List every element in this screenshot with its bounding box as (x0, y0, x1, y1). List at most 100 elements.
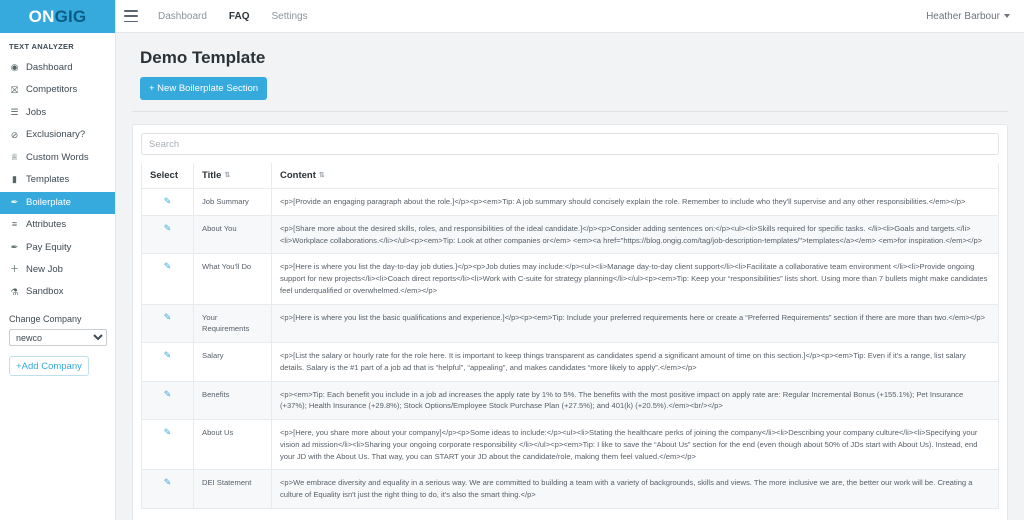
table-body: ✎ Job Summary <p>[Provide an engaging para… (141, 188, 999, 510)
add-company-button[interactable]: +Add Company (9, 356, 89, 377)
sidebar-item-label: Exclusionary? (26, 129, 86, 141)
file-icon: ▮ (12, 174, 17, 185)
sidebar-section-title: TEXT ANALYZER (9, 42, 75, 51)
sidebar-item-attributes[interactable]: ≡ Attributes (0, 214, 115, 236)
page-title: Demo Template (140, 48, 266, 67)
sidebar-item-label: Boilerplate (26, 196, 71, 208)
row-content-cell: <p>[Here is where you list the day-to-da… (271, 253, 999, 305)
edit-icon[interactable]: ✎ (164, 350, 172, 360)
column-header-title[interactable]: Title ⇅ (193, 163, 272, 189)
table-row: ✎ Benefits <p><em>Tip: Each benefit you in… (141, 380, 999, 421)
table-row: ✎ Job Summary <p>[Provide an engaging para… (141, 188, 999, 216)
sidebar-item-label: New Job (26, 263, 63, 275)
column-header-content[interactable]: Content ⇅ (271, 163, 999, 189)
sidebar-item-competitors[interactable]: ⛝ Competitors (0, 79, 115, 101)
table-row: ✎ Salary <p>[List the salary or hourly rat… (141, 342, 999, 382)
sidebar-item-dashboard[interactable]: ◉ Dashboard (0, 57, 115, 79)
pin-icon: ✒ (10, 241, 19, 252)
sidebar-item-templates[interactable]: ▮ Templates (0, 169, 115, 191)
row-content-cell: <p>We embrace diversity and equality in … (271, 469, 999, 510)
ban-icon: ⊘ (10, 129, 19, 140)
chevron-down-icon (1004, 14, 1010, 18)
edit-icon[interactable]: ✎ (164, 477, 172, 487)
edit-icon[interactable]: ✎ (164, 261, 172, 271)
sidebar-item-jobs[interactable]: ☰ Jobs (0, 102, 115, 124)
brand-logo-on: ON (28, 6, 55, 26)
row-content-cell: <p>[Here, you share more about your comp… (271, 419, 999, 471)
row-select-cell: ✎ (141, 419, 194, 471)
row-select-cell: ✎ (141, 214, 194, 255)
row-title-cell: What You'll Do (193, 253, 272, 305)
top-nav-dashboard[interactable]: Dashboard (158, 11, 207, 22)
column-header-label: Select (150, 170, 178, 181)
edit-icon[interactable]: ✎ (164, 312, 172, 322)
sidebar: ONGIG TEXT ANALYZER ◉ Dashboard ⛝ Competito… (0, 0, 116, 520)
table-row: ✎ What You'll Do <p>[Here is where you lis… (141, 253, 999, 305)
row-title-cell: About Us (193, 419, 272, 471)
sidebar-item-label: Competitors (26, 84, 78, 96)
user-menu-label: Heather Barbour (926, 10, 1000, 22)
sidebar-item-pay-equity[interactable]: ✒ Pay Equity (0, 237, 115, 259)
row-content-cell: <p>[Share more about the desired skills,… (271, 214, 999, 255)
sidebar-item-label: Attributes (26, 219, 67, 231)
table-header-row: Select Title ⇅ Content ⇅ (141, 163, 999, 189)
table-row: ✎ About Us <p>[Here, you share more about … (141, 419, 999, 471)
table-row: ✎ DEI Statement <p>We embrace diversity an… (141, 469, 999, 510)
plus-icon: ＋ (9, 264, 19, 275)
row-content-cell: <p><em>Tip: Each benefit you include in … (271, 380, 999, 421)
edit-icon[interactable]: ✎ (164, 196, 172, 206)
sidebar-item-boilerplate[interactable]: ✒ Boilerplate (0, 191, 115, 215)
row-select-cell: ✎ (141, 188, 194, 216)
table-row: ✎ Your Requirements <p>[Here is where you … (141, 303, 999, 344)
column-header-label: Title (202, 170, 222, 181)
sort-icon[interactable]: ⇅ (319, 172, 325, 179)
sort-icon[interactable]: ⇅ (224, 172, 230, 179)
row-select-cell: ✎ (141, 303, 194, 344)
row-title-cell: Salary (193, 342, 272, 382)
sidebar-item-exclusionary[interactable]: ⊘ Exclusionary? (0, 124, 115, 146)
top-nav-settings[interactable]: Settings (271, 11, 307, 22)
top-nav: Dashboard FAQ Settings (158, 11, 308, 22)
pin-icon: ✒ (10, 196, 19, 207)
dashboard-icon: ◉ (10, 62, 19, 73)
topbar: Dashboard FAQ Settings Heather Barbour (116, 0, 1024, 33)
brand-logo[interactable]: ONGIG (0, 0, 115, 33)
trophy-icon: ♕ (10, 152, 19, 163)
boilerplate-table: Select Title ⇅ Content ⇅ ✎ Job Summary <p>[Pro… (141, 163, 999, 510)
search-input[interactable] (141, 133, 999, 155)
edit-icon[interactable]: ✎ (164, 389, 172, 399)
user-menu[interactable]: Heather Barbour (926, 11, 1010, 22)
row-title-cell: Your Requirements (193, 303, 272, 344)
edit-icon[interactable]: ✎ (164, 223, 172, 233)
change-company-group: Change Company newco (0, 314, 115, 347)
edit-icon[interactable]: ✎ (164, 427, 172, 437)
sidebar-item-label: Sandbox (26, 286, 64, 298)
row-select-cell: ✎ (141, 253, 194, 305)
top-nav-faq[interactable]: FAQ (229, 11, 250, 22)
brand-logo-gig: GIG (54, 6, 87, 26)
row-title-cell: Job Summary (193, 188, 272, 216)
sidebar-item-label: Custom Words (26, 151, 89, 163)
column-header-select: Select (141, 163, 194, 189)
sidebar-item-label: Templates (26, 174, 70, 186)
row-select-cell: ✎ (141, 380, 194, 421)
divider (132, 111, 1008, 112)
sidebar-item-sandbox[interactable]: ⚗ Sandbox (0, 281, 115, 303)
sidebar-item-label: Jobs (26, 106, 47, 118)
row-title-cell: About You (193, 214, 272, 255)
flask-icon: ⚗ (10, 286, 19, 297)
hamburger-icon[interactable] (124, 10, 138, 22)
brand-text: ONGIG (29, 7, 87, 27)
app-root: ONGIG TEXT ANALYZER ◉ Dashboard ⛝ Competito… (0, 0, 1024, 520)
row-content-cell: <p>[Provide an engaging paragraph about … (271, 188, 999, 216)
sidebar-nav: ◉ Dashboard ⛝ Competitors ☰ Jobs ⊘ Exclusionary… (0, 57, 115, 304)
sidebar-item-new-job[interactable]: ＋ New Job (0, 259, 115, 281)
table-head: Select Title ⇅ Content ⇅ (141, 163, 999, 189)
sidebar-item-custom-words[interactable]: ♕ Custom Words (0, 147, 115, 169)
main-region: Dashboard FAQ Settings Heather Barbour Dem… (116, 0, 1024, 520)
new-boilerplate-section-button[interactable]: + New Boilerplate Section (140, 77, 268, 100)
company-select[interactable]: newco (9, 329, 107, 347)
content-area: Demo Template + New Boilerplate Section … (116, 33, 1024, 520)
competitors-icon: ⛝ (11, 84, 18, 95)
row-title-cell: DEI Statement (193, 469, 272, 510)
